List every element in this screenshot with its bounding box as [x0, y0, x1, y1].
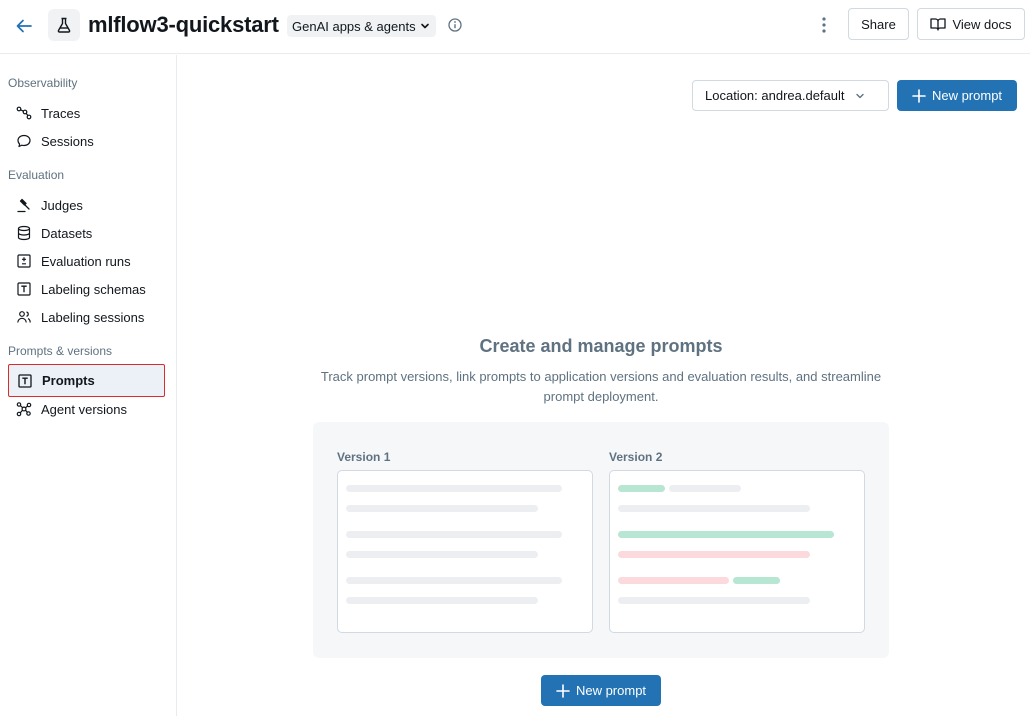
section-prompts-versions: Prompts & versions	[8, 344, 113, 358]
more-options-button[interactable]	[814, 13, 834, 37]
sidebar-item-datasets[interactable]: Datasets	[8, 219, 165, 247]
new-prompt-button[interactable]: New prompt	[897, 80, 1017, 111]
placeholder-line	[346, 597, 538, 604]
new-prompt-label: New prompt	[931, 88, 1003, 103]
sidebar-item-label: Agent versions	[41, 401, 127, 417]
view-docs-label: View docs	[952, 16, 1012, 32]
chevron-down-icon	[420, 23, 429, 29]
database-icon	[16, 225, 32, 241]
sidebar-item-agent-versions[interactable]: Agent versions	[8, 395, 165, 423]
placeholder-line	[346, 531, 562, 538]
plus-icon	[912, 88, 926, 103]
sidebar-item-label: Labeling sessions	[41, 309, 145, 325]
sidebar-item-label: Labeling schemas	[41, 281, 146, 297]
placeholder-line	[346, 551, 538, 558]
plus-minus-box-icon	[16, 253, 32, 269]
sidebar-item-label: Evaluation runs	[41, 253, 131, 269]
book-icon	[930, 18, 947, 31]
sidebar-item-label: Judges	[41, 197, 83, 213]
arrow-left-icon	[16, 19, 32, 33]
share-button[interactable]: Share	[848, 8, 909, 40]
empty-state-description: Track prompt versions, link prompts to a…	[320, 369, 882, 404]
location-dropdown[interactable]: Location: andrea.default	[692, 80, 889, 111]
sidebar-item-label: Traces	[41, 105, 81, 121]
placeholder-line	[618, 505, 810, 512]
kebab-menu-icon	[822, 17, 826, 33]
added-line	[733, 577, 780, 584]
version1-label: Version 1	[337, 450, 391, 464]
placeholder-line	[346, 577, 562, 584]
text-box-icon	[16, 281, 32, 297]
version2-card	[609, 470, 865, 633]
sidebar-item-label: Prompts	[42, 373, 95, 388]
added-line	[618, 531, 834, 538]
sidebar-item-judges[interactable]: Judges	[8, 191, 165, 219]
users-icon	[16, 309, 32, 325]
prompt-versions-illustration: Version 1 Version 2	[313, 422, 889, 658]
sidebar-item-labeling-schemas[interactable]: Labeling schemas	[8, 275, 165, 303]
experiment-type-label: GenAI apps & agents	[292, 18, 416, 34]
page-title: mlflow3-quickstart	[88, 12, 279, 37]
chat-bubble-icon	[16, 133, 32, 149]
new-prompt-button-empty-state[interactable]: New prompt	[541, 675, 661, 706]
empty-state-title: Create and manage prompts	[479, 336, 723, 356]
location-label: Location: andrea.default	[705, 88, 845, 103]
sidebar-item-label: Datasets	[41, 225, 93, 241]
plus-icon	[556, 683, 570, 698]
version2-label: Version 2	[609, 450, 663, 464]
page-header: mlflow3-quickstart GenAI apps & agents S…	[0, 0, 1030, 54]
info-icon[interactable]	[447, 17, 463, 33]
experiment-type-dropdown[interactable]: GenAI apps & agents	[287, 15, 436, 37]
added-line	[618, 485, 665, 492]
back-button[interactable]	[12, 14, 36, 38]
sidebar-item-traces[interactable]: Traces	[8, 99, 165, 127]
gavel-icon	[16, 197, 32, 213]
placeholder-line	[618, 597, 810, 604]
experiment-icon	[48, 9, 80, 41]
section-observability: Observability	[8, 76, 78, 90]
version1-card	[337, 470, 593, 633]
sidebar-item-labeling-sessions[interactable]: Labeling sessions	[8, 303, 165, 331]
view-docs-button[interactable]: View docs	[917, 8, 1025, 40]
placeholder-line	[346, 505, 538, 512]
traces-icon	[16, 105, 32, 121]
sidebar-item-label: Sessions	[41, 133, 94, 149]
sidebar-item-prompts[interactable]: Prompts	[8, 364, 165, 397]
sidebar-item-sessions[interactable]: Sessions	[8, 127, 165, 155]
models-icon	[16, 401, 32, 417]
removed-line	[618, 577, 729, 584]
new-prompt-label: New prompt	[575, 683, 647, 698]
placeholder-line	[346, 485, 562, 492]
removed-line	[618, 551, 810, 558]
sidebar: Observability Traces Sessions Evaluation…	[0, 55, 177, 716]
section-evaluation: Evaluation	[8, 168, 65, 182]
text-box-icon	[17, 373, 33, 389]
sidebar-item-evaluation-runs[interactable]: Evaluation runs	[8, 247, 165, 275]
placeholder-line	[669, 485, 741, 492]
chevron-down-icon	[855, 93, 864, 98]
